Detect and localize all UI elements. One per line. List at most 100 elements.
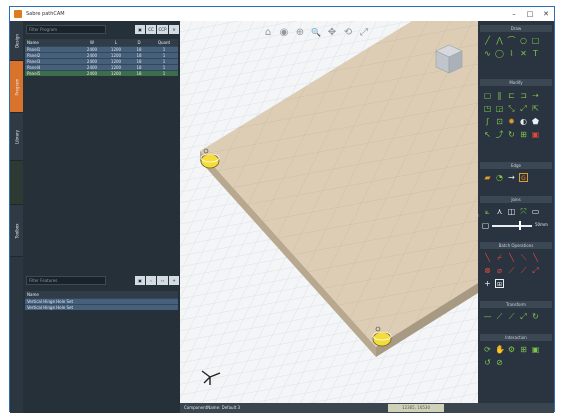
measure-tool-icon[interactable]: ⊡ — [495, 117, 504, 126]
close-button[interactable]: ✕ — [538, 8, 554, 20]
ellipse-tool-icon[interactable]: ◯ — [495, 49, 504, 58]
chamfer-tool-icon[interactable]: ◲ — [495, 104, 504, 113]
program-cc-button[interactable]: CC — [146, 25, 156, 34]
polyline-tool-icon[interactable]: ⋀ — [495, 36, 504, 45]
panel-collapse-icon[interactable]: ‹ — [477, 213, 483, 219]
tab-toolbox[interactable]: Toolbox — [10, 205, 23, 257]
move-tool-icon[interactable]: ↖ — [483, 130, 492, 139]
cross-tool-icon[interactable]: ✕ — [519, 49, 528, 58]
fillet-tool-icon[interactable]: ◳ — [483, 104, 492, 113]
features-col-name[interactable]: Name — [25, 291, 178, 298]
minimize-button[interactable]: – — [506, 8, 522, 20]
tab-green[interactable] — [10, 161, 23, 205]
mirror-tool-icon[interactable]: ⊏ — [507, 91, 516, 100]
batch-hole-icon[interactable]: ⌀ — [495, 266, 504, 275]
break-tool-icon[interactable]: ⤡ — [507, 104, 516, 113]
extend-tool-icon[interactable]: ⇢ — [531, 91, 540, 100]
interaction-gear-icon[interactable]: ⚙ — [507, 345, 516, 354]
circle-tool-icon[interactable]: ○ — [519, 36, 528, 45]
trim-tool-icon[interactable]: ⊐ — [519, 91, 528, 100]
rectangle-tool-icon[interactable]: □ — [531, 36, 540, 45]
interaction-link-icon[interactable]: ⊘ — [495, 358, 504, 367]
batch-pocket-icon[interactable]: ⊗ — [483, 266, 492, 275]
col-d[interactable]: D — [128, 39, 150, 46]
highlight-tool-icon[interactable]: ✹ — [507, 117, 516, 126]
transform-rotate-icon[interactable]: ↻ — [531, 312, 540, 321]
features-search-input[interactable]: Filter Features — [26, 276, 106, 285]
batch-cut-icon[interactable]: ⌿ — [495, 253, 504, 262]
view-cube-icon[interactable] — [434, 43, 464, 75]
edge-arrow-icon[interactable]: → — [507, 173, 516, 182]
section-modify[interactable]: Modify — [480, 79, 552, 86]
line-tool-icon[interactable]: ╱ — [483, 36, 492, 45]
delete-tool-icon[interactable]: ▣ — [531, 130, 540, 139]
curve-edit-icon[interactable]: ʃ — [483, 117, 492, 126]
section-edge[interactable]: Edge — [480, 162, 552, 169]
batch-drill-icon[interactable]: ╲ — [483, 253, 492, 262]
transform-skew-icon[interactable]: ⤢ — [519, 312, 528, 321]
zoom-window-icon[interactable]: ⊕ — [294, 27, 306, 39]
features-add-button[interactable]: + — [169, 276, 179, 285]
offset-tool-icon[interactable]: ‖ — [495, 91, 504, 100]
col-name[interactable]: Name — [25, 39, 80, 46]
select-tool-icon[interactable]: ▢ — [483, 91, 492, 100]
program-search-input[interactable]: Filter Program — [26, 25, 106, 34]
section-joins[interactable]: Joins — [480, 196, 552, 203]
join-box-icon[interactable]: ◫ — [507, 207, 516, 216]
batch-saw-icon[interactable]: ⟋ — [507, 266, 516, 275]
join-comment-icon[interactable]: ▭ — [531, 207, 540, 216]
shape-tool-icon[interactable]: ◐ — [519, 117, 528, 126]
interaction-hand-icon[interactable]: ✋ — [495, 345, 505, 354]
edge-g-icon[interactable]: G — [519, 173, 528, 182]
arc-tool-icon[interactable]: ⌒ — [507, 36, 516, 45]
section-transform[interactable]: Transform — [480, 301, 552, 308]
interaction-cycle-icon[interactable]: ⟳ — [483, 345, 492, 354]
zoom-icon[interactable]: 🔍 — [310, 27, 322, 39]
join-tool-icon[interactable]: ⤢ — [519, 104, 528, 113]
home-icon[interactable]: ⌂ — [262, 27, 274, 39]
program-delete-button[interactable]: ✕ — [169, 25, 179, 34]
tab-library[interactable]: Library — [10, 113, 23, 161]
curve-tool-icon[interactable]: ⌇ — [507, 49, 516, 58]
join-dowel-icon[interactable]: ⋏ — [495, 207, 504, 216]
section-interaction[interactable]: Interaction — [480, 334, 552, 341]
interaction-sync-icon[interactable]: ↺ — [483, 358, 492, 367]
fit-icon[interactable]: ⤢ — [358, 27, 370, 39]
text-tool-icon[interactable]: T — [531, 49, 540, 58]
tab-program[interactable]: Program — [10, 61, 23, 113]
scale-tool-icon[interactable]: ⇱ — [531, 104, 540, 113]
table-row-selected[interactable]: Panel5 2400 1200 18 1 — [25, 69, 178, 76]
interaction-box-icon[interactable]: ▣ — [531, 345, 540, 354]
spline-tool-icon[interactable]: ∿ — [483, 49, 492, 58]
batch-groove-icon[interactable]: ⟍ — [519, 253, 528, 262]
features-view-button[interactable]: ▣ — [135, 276, 145, 285]
interaction-grid-icon[interactable]: ⊞ — [519, 345, 528, 354]
edge-profile-icon[interactable]: ◔ — [495, 173, 504, 182]
join-angle-icon[interactable]: ⟀ — [483, 207, 492, 216]
join-cam-icon[interactable]: ⤧ — [519, 207, 528, 216]
section-draw[interactable]: Draw — [480, 25, 552, 32]
maximize-button[interactable]: □ — [522, 8, 538, 20]
transform-slant-icon[interactable]: ⟋ — [507, 312, 516, 321]
tab-design[interactable]: Design — [10, 21, 23, 61]
pan-icon[interactable]: ✥ — [326, 27, 338, 39]
join-square-icon[interactable]: ▢ — [481, 221, 490, 230]
batch-bevel-icon[interactable]: ⟋ — [519, 266, 528, 275]
section-batch-operations[interactable]: Batch Operations — [480, 242, 552, 249]
program-view-button[interactable]: ▣ — [135, 25, 145, 34]
program-ccp-button[interactable]: CCP — [157, 25, 168, 34]
features-first-button[interactable]: ‹‹ — [157, 276, 168, 285]
batch-slot-icon[interactable]: ╲ — [507, 253, 516, 262]
copy-tool-icon[interactable]: ⤴ — [495, 130, 504, 139]
rotate-icon[interactable]: ⟲ — [342, 27, 354, 39]
tool-size-slider-track[interactable] — [492, 225, 532, 227]
col-l[interactable]: L — [104, 39, 128, 46]
batch-add-icon[interactable]: + — [483, 279, 492, 288]
array-tool-icon[interactable]: ⊞ — [519, 130, 528, 139]
3d-viewport[interactable]: ⌂ ◉ ⊕ 🔍 ✥ ⟲ ⤢ — [180, 21, 478, 403]
rotate-tool-icon[interactable]: ↻ — [507, 130, 516, 139]
orbit-icon[interactable]: ◉ — [278, 27, 290, 39]
shield-tool-icon[interactable]: ⬟ — [531, 117, 540, 126]
batch-grid-icon[interactable]: ⊞ — [495, 279, 504, 288]
features-back-button[interactable]: ‹ — [146, 276, 156, 285]
